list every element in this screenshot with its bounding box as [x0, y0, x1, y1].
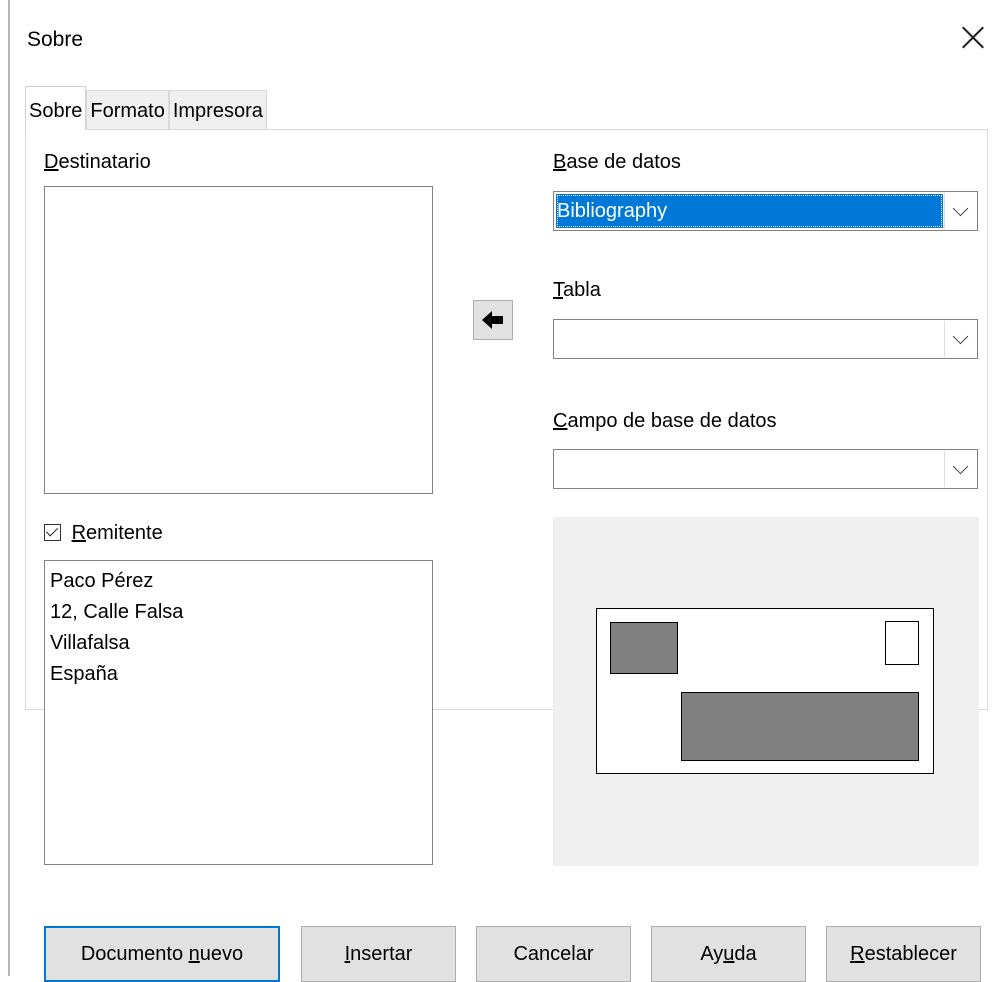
chevron-down-icon: [952, 200, 969, 216]
sender-textarea[interactable]: Paco Pérez 12, Calle Falsa Villafalsa Es…: [44, 560, 433, 865]
database-dropdown-button[interactable]: [944, 193, 976, 229]
database-value: Bibliography: [556, 194, 943, 228]
table-combo[interactable]: [553, 319, 978, 359]
chevron-down-icon: [952, 458, 969, 474]
table-value: [556, 322, 943, 356]
reset-button[interactable]: Restablecer: [826, 926, 981, 982]
db-field-label: Campo de base de datos: [553, 410, 777, 432]
stamp-block: [885, 621, 919, 665]
sender-checkbox[interactable]: [44, 524, 61, 541]
help-button[interactable]: Ayuda: [651, 926, 806, 982]
recipient-block: [681, 692, 919, 761]
dialog-title: Sobre: [27, 28, 84, 51]
envelope-shape: [596, 608, 934, 774]
tab-impresora[interactable]: Impresora: [168, 90, 267, 130]
sender-label: Remitente: [71, 522, 163, 544]
chevron-down-icon: [952, 328, 969, 344]
db-field-value: [556, 452, 943, 486]
envelope-preview: [553, 517, 979, 866]
database-combo[interactable]: Bibliography: [553, 191, 978, 231]
close-icon[interactable]: [958, 22, 988, 52]
recipient-textarea[interactable]: [44, 186, 433, 494]
insert-button[interactable]: Insertar: [301, 926, 456, 982]
recipient-label: Destinatario: [44, 151, 151, 173]
cancel-button[interactable]: Cancelar: [476, 926, 631, 982]
sender-line: España: [50, 663, 118, 685]
arrow-left-icon: [482, 311, 503, 329]
tab-bar: Sobre Formato Impresora: [25, 86, 267, 130]
tab-sobre[interactable]: Sobre: [25, 86, 87, 130]
table-label: Tabla: [553, 279, 601, 301]
insert-field-button[interactable]: [473, 300, 513, 340]
sender-line: Villafalsa: [50, 632, 130, 654]
sender-block: [610, 622, 678, 674]
db-field-combo[interactable]: [553, 449, 978, 489]
sender-line: Paco Pérez: [50, 570, 154, 592]
sender-checkbox-row[interactable]: Remitente: [44, 522, 163, 545]
table-dropdown-button[interactable]: [944, 321, 976, 357]
new-document-button[interactable]: Documento nuevo: [44, 926, 280, 982]
window-left-edge: [8, 0, 10, 976]
database-label: Base de datos: [553, 151, 681, 173]
sender-line: 12, Calle Falsa: [50, 601, 184, 623]
db-field-dropdown-button[interactable]: [944, 451, 976, 487]
tab-formato[interactable]: Formato: [86, 90, 169, 130]
